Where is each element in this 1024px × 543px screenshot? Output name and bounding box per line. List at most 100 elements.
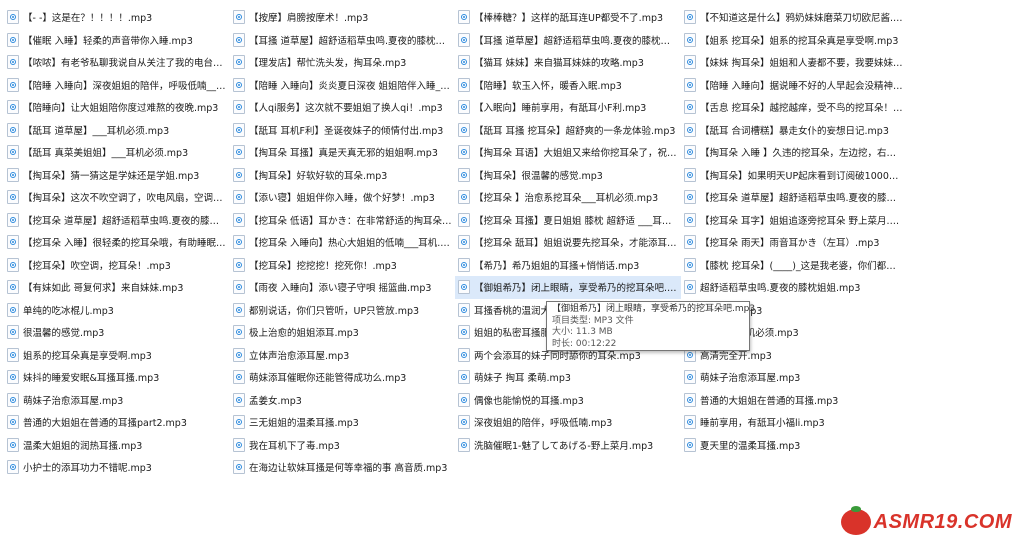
file-item[interactable]: 【掏耳朵】很温馨的感觉.mp3: [455, 164, 681, 187]
file-item[interactable]: 超舒适稻草虫鸣.夏夜的膝枕姐姐.mp3: [681, 276, 906, 299]
file-item[interactable]: 【挖耳朵 耳搔】夏日姐姐 膝枕 超舒适 ___耳机.mp3: [455, 209, 681, 232]
file-item[interactable]: 【挖耳朵 道草屋】超舒适稻草虫鸣.夏夜的膝枕姐姐.mp3: [4, 209, 230, 232]
file-item[interactable]: 在海边让软妹耳搔是何等幸福的事 高音质.mp3: [230, 456, 455, 479]
file-item[interactable]: 单纯的吃冰棍儿.mp3: [4, 299, 230, 322]
file-item[interactable]: 我在耳机下了毒.mp3: [230, 434, 455, 457]
file-item[interactable]: 【挖耳朵 道草屋】超舒适稻草虫鸣.夏夜的膝枕姐姐.mp3: [681, 186, 906, 209]
file-item[interactable]: 温柔大姐姐的润热耳搔.mp3: [4, 434, 230, 457]
file-item[interactable]: 洗脑催眠1-魅了してあげる-野上菜月.mp3: [455, 434, 681, 457]
file-item[interactable]: 【理发店】帮忙洗头发，掏耳朵.mp3: [230, 51, 455, 74]
file-name: 【姐系 挖耳朵】姐系的挖耳朵真是享受啊.mp3: [700, 35, 899, 47]
file-item[interactable]: 【妹妹 掏耳朵】姐姐和人妻都不要，我要妹妹.mp3: [681, 51, 906, 74]
file-name: 【舐耳 耳机F利】圣诞夜妹子的倾情付出.mp3: [249, 125, 444, 137]
file-item[interactable]: 【掏耳朵】好软好软的耳朵.mp3: [230, 164, 455, 187]
file-item[interactable]: 【挖耳朵 雨天】雨音耳かき（左耳）.mp3: [681, 231, 906, 254]
file-item[interactable]: 【舐耳 耳机F利】圣诞夜妹子的倾情付出.mp3: [230, 119, 455, 142]
file-name: 【挖耳朵 道草屋】超舒适稻草虫鸣.夏夜的膝枕姐姐.mp3: [23, 215, 227, 227]
file-item[interactable]: 【掏耳朵 耳语】大姐姐又来给你挖耳朵了，祝你好梦.mp3: [455, 141, 681, 164]
file-item[interactable]: 【掏耳朵】这次不吹空调了，吹电风扇，空调的声音太吵了.mp3: [4, 186, 230, 209]
file-item[interactable]: 夏天里的温柔耳搔.mp3: [681, 434, 906, 457]
file-item[interactable]: 很温馨的感觉.mp3: [4, 321, 230, 344]
mp3-file-icon: [233, 415, 245, 430]
file-item[interactable]: 【入眠向】睡前享用，有舐耳小F利.mp3: [455, 96, 681, 119]
file-item[interactable]: 【挖耳朵】吹空调，挖耳朵！.mp3: [4, 254, 230, 277]
file-item[interactable]: 睡前享用，有舐耳小福li.mp3: [681, 411, 906, 434]
file-item[interactable]: 【陪睡 入睡向】深夜姐姐的陪伴，呼吸低喃___.mp3: [4, 74, 230, 97]
file-name: 【不知道这是什么】鸦奶妹妹磨菜刀切欧尼酱.mp3: [700, 13, 903, 25]
file-item[interactable]: 【催眠 入睡】轻柔的声音带你入睡.mp3: [4, 29, 230, 52]
file-name: 洗脑催眠1-魅了してあげる-野上菜月.mp3: [474, 440, 654, 452]
file-item[interactable]: 【挖耳朵 】治愈系挖耳朵___耳机必须.mp3: [455, 186, 681, 209]
file-item[interactable]: 萌妹添耳催眠你还能管得成功么.mp3: [230, 366, 455, 389]
file-name: 三无姐姐的温柔耳搔.mp3: [249, 418, 359, 430]
file-name: 【掏耳朵】很温馨的感觉.mp3: [474, 170, 603, 182]
file-item[interactable]: 【挖耳朵 入睡向】热心大姐姐的低喃___耳机.mp3: [230, 231, 455, 254]
file-item[interactable]: 【掏耳朵 耳搔】真是天真无邪的姐姐啊.mp3: [230, 141, 455, 164]
file-item[interactable]: 【不知道这是什么】鸦奶妹妹磨菜刀切欧尼酱.mp3: [681, 6, 906, 29]
mp3-file-icon: [458, 190, 470, 205]
file-item[interactable]: 【掏耳朵】如果明天UP起床看到订阅破1000就更新.mp3: [681, 164, 906, 187]
file-item[interactable]: 【舐耳 道草屋】___耳机必须.mp3: [4, 119, 230, 142]
file-item[interactable]: 【耳搔 道草屋】超舒适稻草虫鸣.夏夜的膝枕姐姐.mp3: [455, 29, 681, 52]
file-item[interactable]: 偶像也能愉悦的耳搔.mp3: [455, 389, 681, 412]
file-item[interactable]: 【御姐希乃】闭上眼睛，享受希乃的挖耳朵吧.mp3: [455, 276, 681, 299]
file-item[interactable]: 【猫耳 妹妹】来自猫耳妹妹的攻略.mp3: [455, 51, 681, 74]
file-item[interactable]: 【舌息 挖耳朵】越挖越痒，受不鸟的挖耳朵！.mp3: [681, 96, 906, 119]
file-item[interactable]: 【雨夜 入睡向】添い寝子守唄 摇篮曲.mp3: [230, 276, 455, 299]
file-item[interactable]: 【有妹如此 哥复何求】来自妹妹.mp3: [4, 276, 230, 299]
mp3-file-icon: [684, 235, 696, 250]
file-item[interactable]: 姐系的挖耳朵真是享受啊.mp3: [4, 344, 230, 367]
mp3-file-icon: [7, 392, 19, 407]
file-item[interactable]: 【希乃】希乃姐姐的耳搔+悄悄话.mp3: [455, 254, 681, 277]
file-name: 【入眠向】睡前享用，有舐耳小F利.mp3: [474, 103, 647, 115]
file-item[interactable]: 普通的大姐姐在普通的耳搔part2.mp3: [4, 411, 230, 434]
file-item[interactable]: 【舐耳 合词槽糕】暴走女仆的妄想日记.mp3: [681, 119, 906, 142]
file-item[interactable]: 深夜姐姐的陪伴，呼吸低喃.mp3: [455, 411, 681, 434]
file-item[interactable]: 【耳搔 道草屋】超舒适稻草虫鸣.夏夜的膝枕姐姐.mp3: [230, 29, 455, 52]
file-name: 【挖耳朵 道草屋】超舒适稻草虫鸣.夏夜的膝枕姐姐.mp3: [700, 193, 903, 205]
file-item[interactable]: 三无姐姐的温柔耳搔.mp3: [230, 411, 455, 434]
file-item[interactable]: 立体声治愈添耳屋.mp3: [230, 344, 455, 367]
file-name: 【御姐希乃】闭上眼睛，享受希乃的挖耳朵吧.mp3: [474, 283, 678, 295]
file-item[interactable]: 都别说话，你们只管听，UP只管放.mp3: [230, 299, 455, 322]
file-item[interactable]: 【掏耳朵 入睡 】久违的挖耳朵，左边挖，右边挖.mp3: [681, 141, 906, 164]
file-name: 【哝哝】有老爷私聊我说自从关注了我的电台后，睡眠质量提高了.mp3: [23, 58, 227, 70]
file-name: 【陪睡 入睡向】炎炎夏日深夜 姐姐陪伴入睡___.mp3: [249, 80, 452, 92]
file-item[interactable]: 【人qi服务】这次就不要姐姐了换人qi！.mp3: [230, 96, 455, 119]
file-item[interactable]: 【添い寝】姐姐伴你入睡，做个好梦！.mp3: [230, 186, 455, 209]
file-item[interactable]: 普通的大姐姐在普通的耳搔.mp3: [681, 389, 906, 412]
file-item[interactable]: 【膝枕 挖耳朵】(____)_这是我老婆，你们都不准看.mp3: [681, 254, 906, 277]
file-name: 在海边让软妹耳搔是何等幸福的事 高音质.mp3: [249, 463, 448, 475]
mp3-file-icon: [233, 212, 245, 227]
file-item[interactable]: 【挖耳朵 入睡】很轻柔的挖耳朵哦，有助睡眠的.mp3: [4, 231, 230, 254]
file-item[interactable]: 萌妹子治愈添耳屋.mp3: [4, 389, 230, 412]
file-item[interactable]: 【挖耳朵 舐耳】姐姐说要先挖耳朵，才能添耳哦.mp3: [455, 231, 681, 254]
file-item[interactable]: 妹抖的睡爱安眠&耳搔耳搔.mp3: [4, 366, 230, 389]
mp3-file-icon: [233, 325, 245, 340]
file-item[interactable]: 【舐耳 真菜美姐姐】___耳机必须.mp3: [4, 141, 230, 164]
file-item[interactable]: 【按摩】肩膀按摩术！.mp3: [230, 6, 455, 29]
file-item[interactable]: 【舐耳 耳搔 挖耳朵】超舒爽的一条龙体验.mp3: [455, 119, 681, 142]
file-item[interactable]: 【挖耳朵 低语】耳かき：在非常舒适的掏耳朵时间.mp3: [230, 209, 455, 232]
file-item[interactable]: 【陪睡向】让大姐姐陪你度过难熬的夜晚.mp3: [4, 96, 230, 119]
file-name: 很温馨的感觉.mp3: [23, 328, 105, 340]
file-item[interactable]: 【棒棒糖？】这样的舐耳连UP都受不了.mp3: [455, 6, 681, 29]
file-name: 极上治愈的姐姐添耳.mp3: [249, 328, 359, 340]
file-item[interactable]: 【- -】这是在？！！！！.mp3: [4, 6, 230, 29]
file-item[interactable]: 【姐系 挖耳朵】姐系的挖耳朵真是享受啊.mp3: [681, 29, 906, 52]
file-item[interactable]: 孟姜女.mp3: [230, 389, 455, 412]
file-item[interactable]: 萌妹子 掏耳 柔萌.mp3: [455, 366, 681, 389]
file-item[interactable]: 小护士的添耳功力不错呢.mp3: [4, 456, 230, 479]
file-item[interactable]: 【陪睡】软玉入怀，暖香入眠.mp3: [455, 74, 681, 97]
file-name: 萌妹子治愈添耳屋.mp3: [23, 395, 124, 407]
file-item[interactable]: 【掏耳朵】猜一猜这是学妹还是学姐.mp3: [4, 164, 230, 187]
file-item[interactable]: 【挖耳朵 耳字】姐姐追逐旁挖耳朵 野上菜月.mp3: [681, 209, 906, 232]
file-item[interactable]: 【挖耳朵】挖挖挖！挖死你！.mp3: [230, 254, 455, 277]
file-item[interactable]: 极上治愈的姐姐添耳.mp3: [230, 321, 455, 344]
file-item[interactable]: 【陪睡 入睡向】据说睡不好的人早起会没精神.mp3: [681, 74, 906, 97]
file-name: 超舒适稻草虫鸣.夏夜的膝枕姐姐.mp3: [700, 283, 861, 295]
file-item[interactable]: 【哝哝】有老爷私聊我说自从关注了我的电台后，睡眠质量提高了.mp3: [4, 51, 230, 74]
file-item[interactable]: 【陪睡 入睡向】炎炎夏日深夜 姐姐陪伴入睡___.mp3: [230, 74, 455, 97]
mp3-file-icon: [233, 190, 245, 205]
file-item[interactable]: 萌妹子治愈添耳屋.mp3: [681, 366, 906, 389]
